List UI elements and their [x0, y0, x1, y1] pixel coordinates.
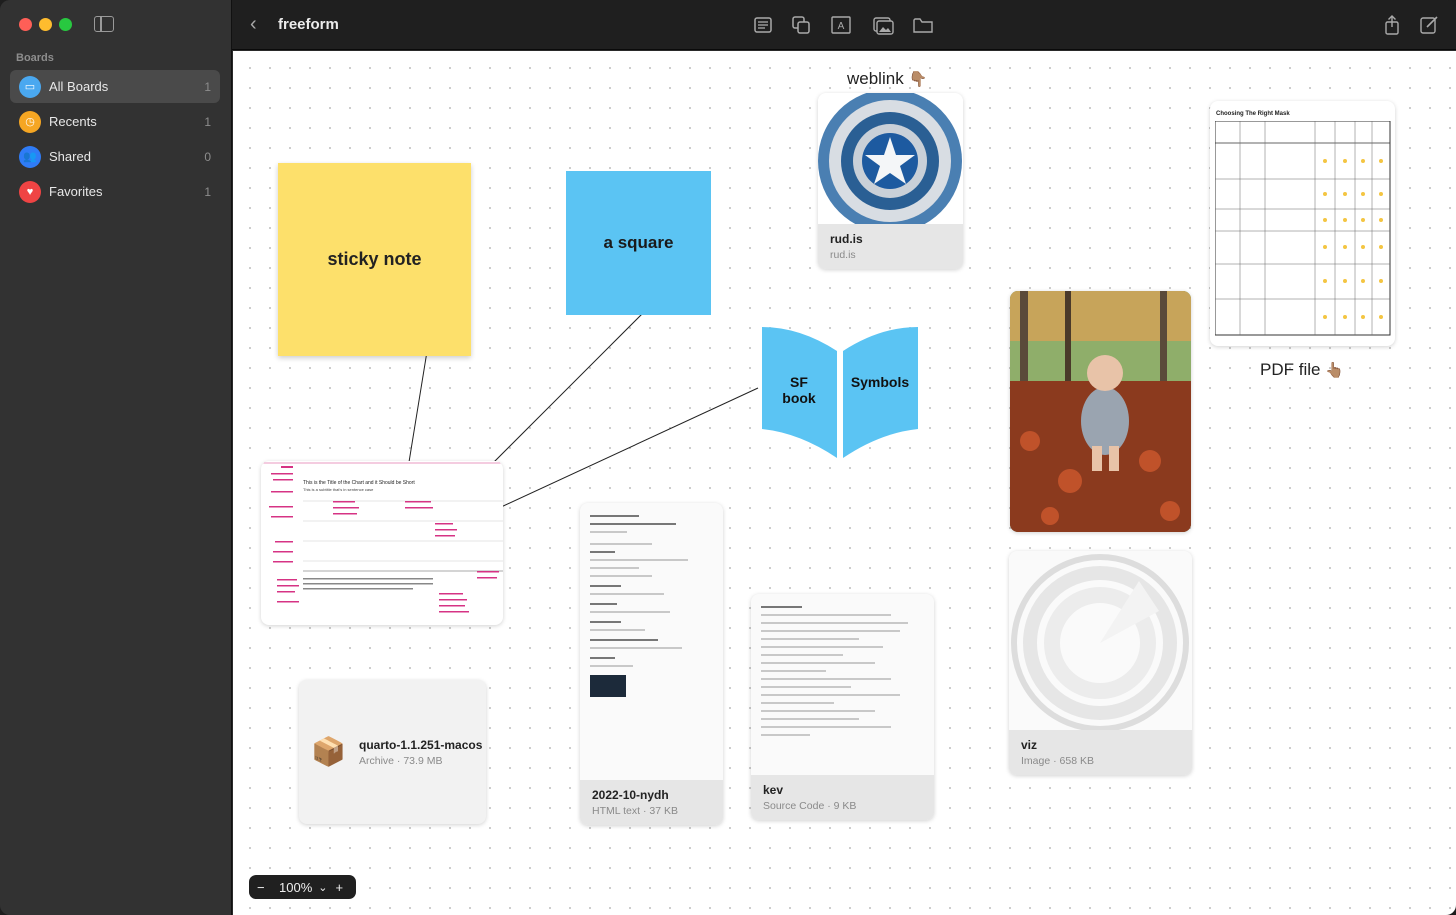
card-footer: kev Source Code · 9 KB: [751, 775, 934, 820]
pdf-card[interactable]: Choosing The Right Mask: [1210, 101, 1395, 346]
card-subtitle: rud.is: [830, 249, 856, 261]
chart-doc-annotations: [261, 462, 503, 613]
package-icon: 📦: [311, 736, 346, 767]
pdf-title: Choosing The Right Mask: [1216, 111, 1290, 117]
card-title: kev: [763, 783, 784, 797]
media-icon[interactable]: [872, 14, 894, 36]
card-footer: rud.is rud.is: [818, 224, 963, 269]
sidebar-item-shared[interactable]: 👥 Shared 0: [10, 140, 220, 173]
sticky-note[interactable]: sticky note: [278, 163, 471, 356]
card-title: quarto-1.1.251-macos: [359, 738, 483, 752]
chart-document-card[interactable]: This is the Title of the Chart and it Sh…: [261, 461, 503, 625]
sidebar-item-label: All Boards: [49, 79, 109, 94]
weblink-label: weblink 👇🏽: [847, 69, 928, 88]
sidebar-item-label: Recents: [49, 114, 97, 129]
square-shape[interactable]: a square: [566, 171, 711, 315]
board-canvas[interactable]: sticky note a square SF book Symbols web…: [233, 51, 1456, 915]
card-title: 2022-10-nydh: [592, 788, 669, 802]
zoom-in-button[interactable]: +: [335, 880, 343, 895]
zoom-window-button[interactable]: [59, 18, 72, 31]
connector-line: [485, 387, 759, 515]
folder-icon[interactable]: [912, 14, 934, 36]
sidebar-item-recents[interactable]: ◷ Recents 1: [10, 105, 220, 138]
card-title: viz: [1021, 738, 1038, 752]
all-boards-icon: ▭: [19, 75, 41, 98]
card-footer: viz Image · 658 KB: [1009, 730, 1192, 775]
sidebar-item-count: 1: [204, 184, 211, 199]
share-icon[interactable]: [1381, 14, 1403, 36]
source-code-card[interactable]: kev Source Code · 9 KB: [751, 594, 934, 820]
sidebar-item-count: 1: [204, 79, 211, 94]
board-title: freeform: [278, 16, 339, 33]
sidebar-item-label: Shared: [49, 149, 91, 164]
book-shape[interactable]: SF book Symbols: [760, 325, 920, 460]
sidebar-item-count: 1: [204, 114, 211, 129]
zoom-level[interactable]: 100%: [279, 880, 312, 895]
text-icon[interactable]: A: [830, 14, 852, 36]
child-in-leaves-photo: [1010, 291, 1191, 532]
zoom-chevron-icon[interactable]: ⌄: [318, 881, 327, 894]
compose-icon[interactable]: [1418, 14, 1440, 36]
image-card[interactable]: viz Image · 658 KB: [1009, 551, 1192, 775]
card-subtitle: Image · 658 KB: [1021, 755, 1094, 767]
pointing-hand-icon: 👇🏽: [908, 71, 928, 88]
card-subtitle: HTML text · 37 KB: [592, 805, 678, 817]
pdf-label: PDF file 👆🏽: [1260, 360, 1344, 379]
card-subtitle: Archive · 73.9 MB: [359, 755, 443, 767]
clock-icon: ◷: [19, 110, 41, 133]
photo-card[interactable]: [1010, 291, 1191, 532]
archive-card[interactable]: 📦 quarto-1.1.251-macos Archive · 73.9 MB: [299, 680, 486, 824]
svg-text:A: A: [838, 21, 845, 32]
zoom-control: − 100% ⌄ +: [249, 875, 356, 899]
source-preview: [761, 606, 924, 742]
sidebar-item-favorites[interactable]: ♥ Favorites 1: [10, 175, 220, 208]
card-title: rud.is: [830, 232, 863, 246]
html-card[interactable]: 2022-10-nydh HTML text · 37 KB: [580, 503, 723, 825]
close-window-button[interactable]: [19, 18, 32, 31]
heart-icon: ♥: [19, 180, 41, 203]
people-icon: 👥: [19, 145, 41, 168]
zoom-out-button[interactable]: −: [257, 880, 271, 895]
pointing-hand-icon: 👆🏽: [1325, 362, 1344, 379]
html-preview: [590, 515, 713, 697]
book-right-text: Symbols: [850, 374, 910, 390]
shapes-icon[interactable]: [790, 14, 812, 36]
toolbar: ‹ freeform A: [232, 0, 1456, 50]
freeform-window: Boards ▭ All Boards 1 ◷ Recents 1 👥 Shar…: [0, 0, 1456, 915]
back-chevron-icon[interactable]: ‹: [250, 13, 257, 36]
radial-viz-thumbnail: [1011, 554, 1189, 732]
pdf-table: [1215, 121, 1391, 336]
weblink-card[interactable]: rud.is rud.is: [818, 93, 963, 269]
sidebar: Boards ▭ All Boards 1 ◷ Recents 1 👥 Shar…: [0, 0, 232, 915]
card-subtitle: Source Code · 9 KB: [763, 800, 857, 812]
card-footer: 2022-10-nydh HTML text · 37 KB: [580, 780, 723, 825]
sidebar-item-count: 0: [204, 149, 211, 164]
book-left-text: SF book: [782, 374, 816, 406]
text-box-icon[interactable]: [752, 14, 774, 36]
sidebar-heading: Boards: [16, 52, 54, 64]
minimize-window-button[interactable]: [39, 18, 52, 31]
sidebar-toggle-icon[interactable]: [94, 16, 114, 32]
sidebar-item-label: Favorites: [49, 184, 103, 199]
shield-icon: [818, 93, 963, 233]
sidebar-item-all-boards[interactable]: ▭ All Boards 1: [10, 70, 220, 103]
